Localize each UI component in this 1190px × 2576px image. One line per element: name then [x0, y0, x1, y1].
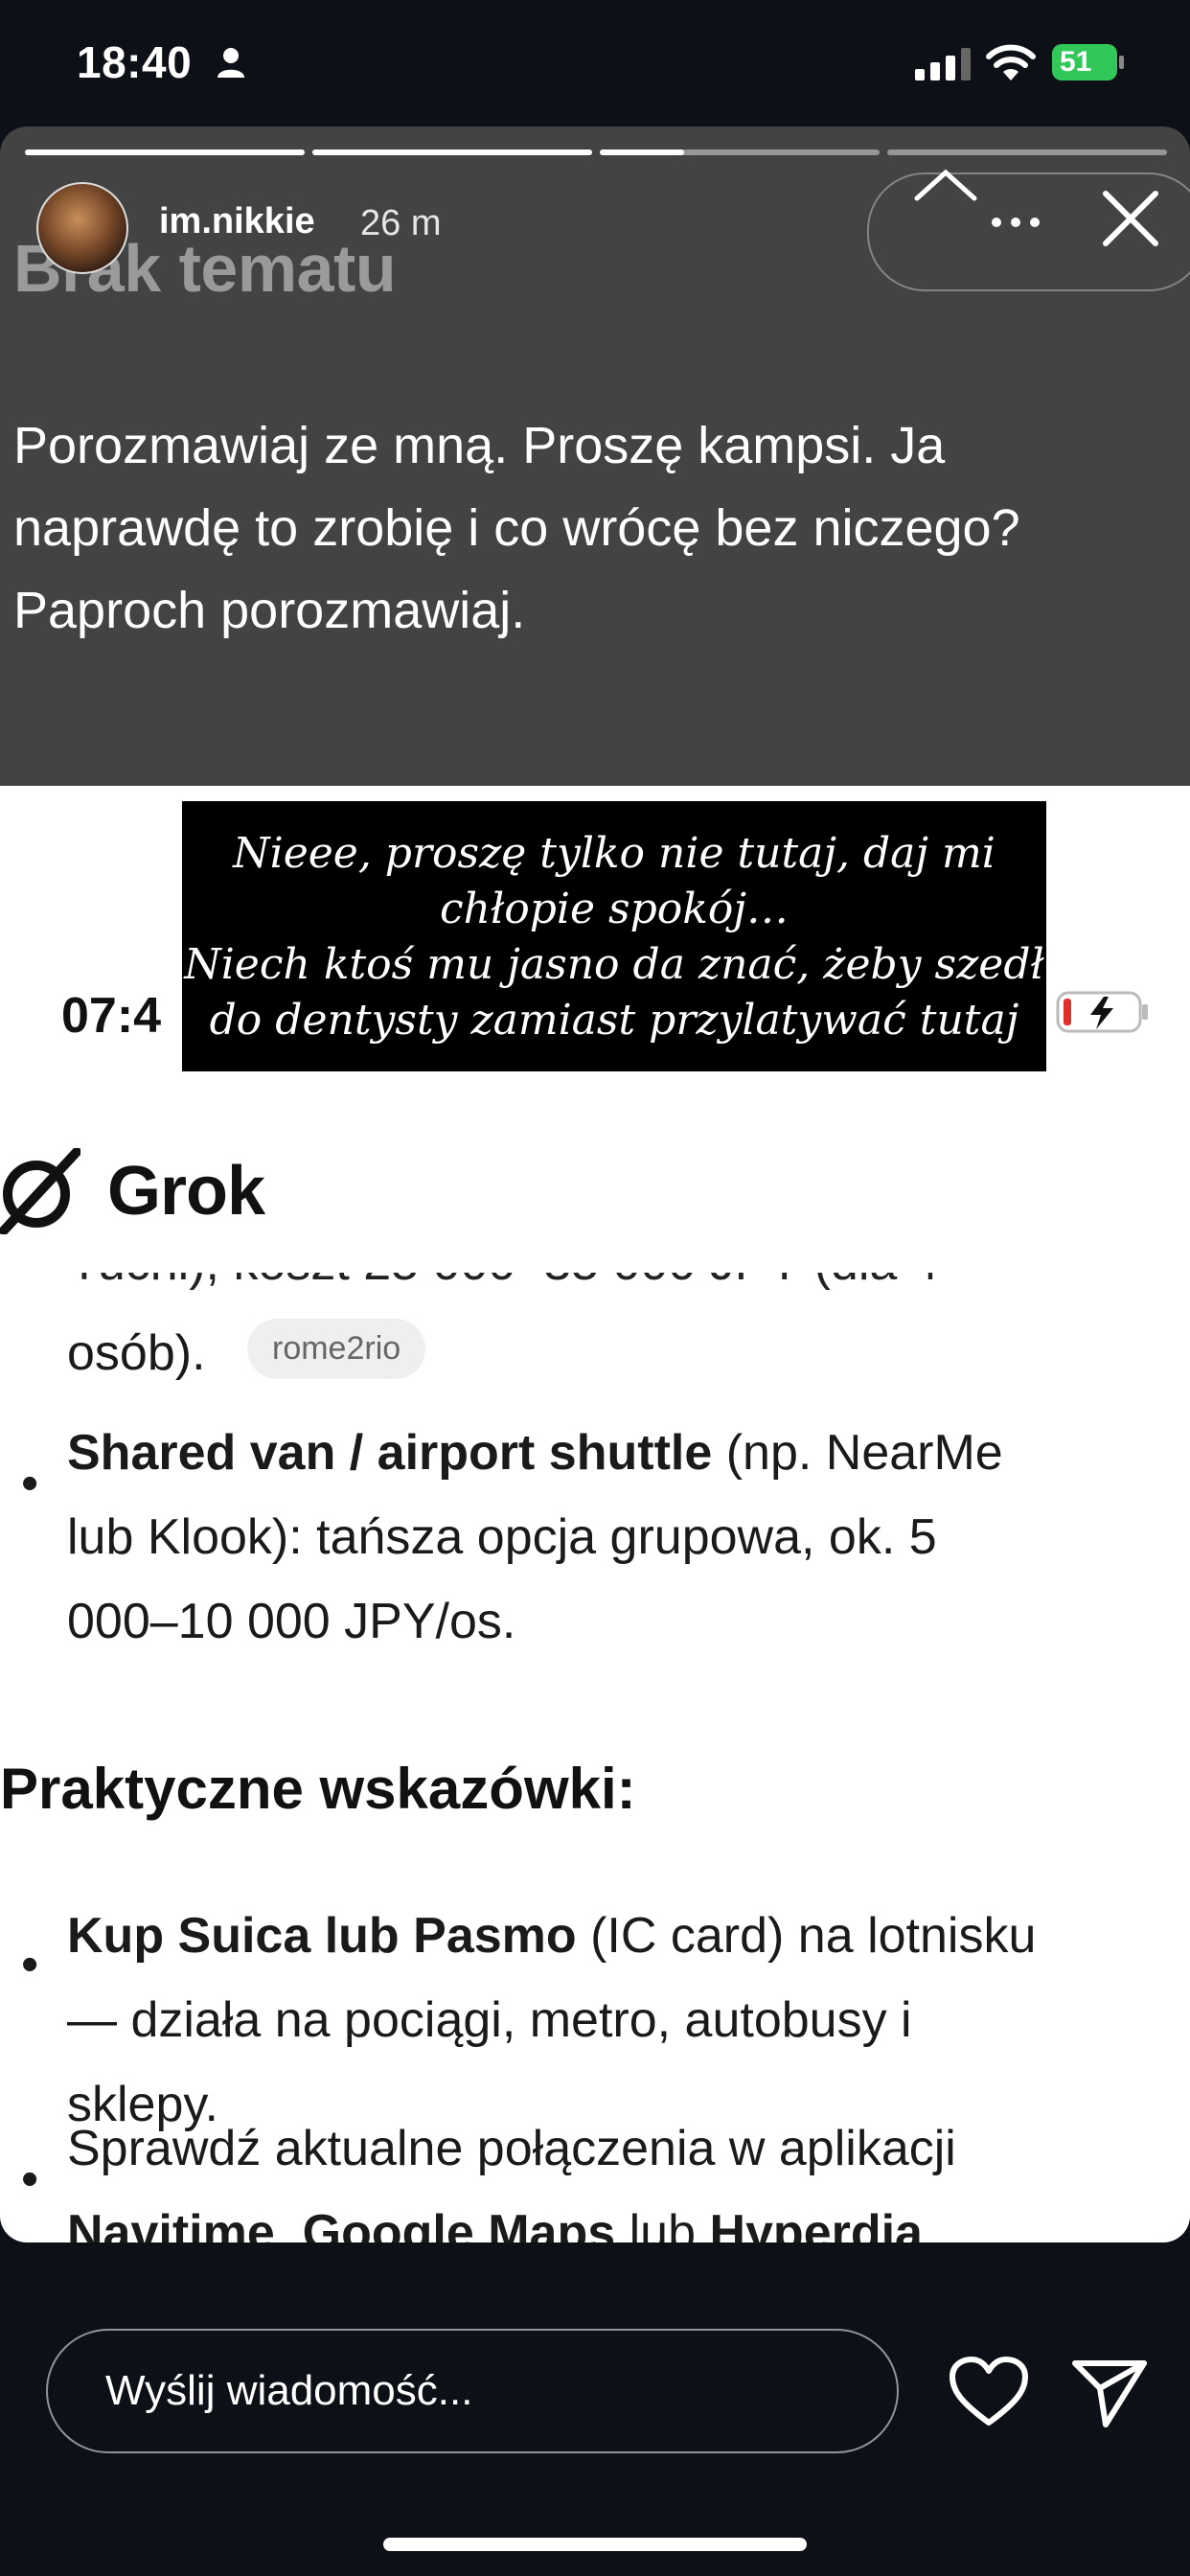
story-message: Porozmawiaj ze mną. Proszę kampsi. Ja na…	[13, 404, 1182, 652]
truncated-line-text: Tuchi), koszt 25 000–35 000 JPY (dla 4	[69, 1273, 939, 1291]
text-line: osób).	[67, 1325, 206, 1381]
avatar[interactable]	[36, 182, 128, 274]
message-line: Paproch porozmawiaj.	[13, 582, 526, 639]
list-line: lub Klook): tańsza opcja grupowa, ok. 5	[67, 1509, 937, 1565]
source-chip[interactable]: rome2rio	[247, 1319, 426, 1379]
app-title: Grok	[107, 1153, 265, 1230]
text: lub	[615, 2205, 710, 2242]
text: (np. NearMe	[712, 1425, 1003, 1481]
text: ,	[274, 2205, 303, 2242]
list-item: Shared van / airport shuttle (np. NearMe…	[67, 1411, 1169, 1664]
instagram-story-screen: { "status_bar": { "time": "18:40", "batt…	[0, 0, 1190, 2576]
bold-text: Hyperdia	[709, 2205, 923, 2242]
bullet-dot: •	[21, 1937, 39, 1992]
list-line: — działa na pociągi, metro, autobusy i	[67, 1992, 912, 2048]
list-line: Shared van / airport shuttle (np. NearMe	[67, 1411, 1169, 1495]
battery-icon: 51	[1051, 42, 1126, 82]
story-time-ago: 26 m	[360, 203, 442, 243]
list-line: 000–10 000 JPY/os.	[67, 1594, 516, 1649]
story-progress-segment	[600, 150, 880, 155]
screenshot-status-time: 07:4	[61, 988, 162, 1044]
bold-text: Kup Suica lub Pasmo	[67, 1908, 577, 1964]
list-item: Sprawdź aktualne połączenia w aplikacji …	[67, 2106, 1179, 2242]
more-icon[interactable]	[987, 213, 1044, 232]
progress-fill	[25, 150, 305, 155]
story-progress-segment	[312, 150, 592, 155]
caption-line: Nieee, proszę tylko nie tutaj, daj mi	[233, 829, 995, 878]
list-line: Sprawdź aktualne połączenia w aplikacji	[67, 2121, 956, 2176]
section-title: Praktyczne wskazówki:	[0, 1757, 636, 1821]
person-icon	[217, 48, 244, 78]
username[interactable]: im.nikkie	[159, 201, 315, 242]
bullet-dot: •	[21, 2151, 39, 2207]
message-line: naprawdę to zrobię i co wrócę bez niczeg…	[13, 499, 1020, 557]
bold-text: Google Maps	[302, 2205, 616, 2242]
caption-line: chłopie spokój…	[439, 885, 790, 933]
wifi-icon	[986, 44, 1036, 80]
signal-icon	[915, 48, 971, 80]
send-icon[interactable]	[1071, 2358, 1148, 2428]
heart-icon[interactable]	[949, 2356, 1029, 2428]
story-card[interactable]: Brak tematu Porozmawiaj ze mną. Proszę k…	[0, 126, 1190, 2242]
caption-line: Niech ktoś mu jasno da znać, żeby szedł	[184, 940, 1044, 989]
home-indicator[interactable]	[383, 2538, 807, 2551]
chevron-up-icon[interactable]	[912, 165, 979, 203]
bold-text: Shared van / airport shuttle	[67, 1425, 713, 1481]
list-line: Kup Suica lub Pasmo (IC card) na lotnisk…	[67, 1894, 1179, 1978]
text: (IC card) na lotnisku	[576, 1908, 1037, 1964]
list-line: Navitime, Google Maps lub Hyperdia	[67, 2191, 1179, 2242]
battery-level: 51	[1060, 46, 1092, 78]
battery-icon	[1056, 991, 1148, 1033]
story-progress-segment	[887, 150, 1167, 155]
progress-fill	[312, 150, 592, 155]
close-icon[interactable]	[1100, 188, 1161, 249]
caption-line: do dentysty zamiast przylatywać tutaj	[209, 996, 1019, 1045]
progress-fill	[600, 150, 684, 155]
status-time: 18:40	[77, 37, 193, 87]
grok-logo-icon	[0, 1148, 80, 1234]
story-progress-segment	[25, 150, 305, 155]
truncated-line: Tuchi), koszt 25 000–35 000 JPY (dla 4	[69, 1273, 939, 1298]
message-line: Porozmawiaj ze mną. Proszę kampsi. Ja	[13, 417, 946, 474]
reply-placeholder: Wyślij wiadomość...	[105, 2367, 473, 2414]
bullet-dot: •	[21, 1456, 39, 1511]
story-caption: Nieee, proszę tylko nie tutaj, daj mi ch…	[182, 826, 1046, 1048]
bold-text: Navitime	[67, 2205, 275, 2242]
